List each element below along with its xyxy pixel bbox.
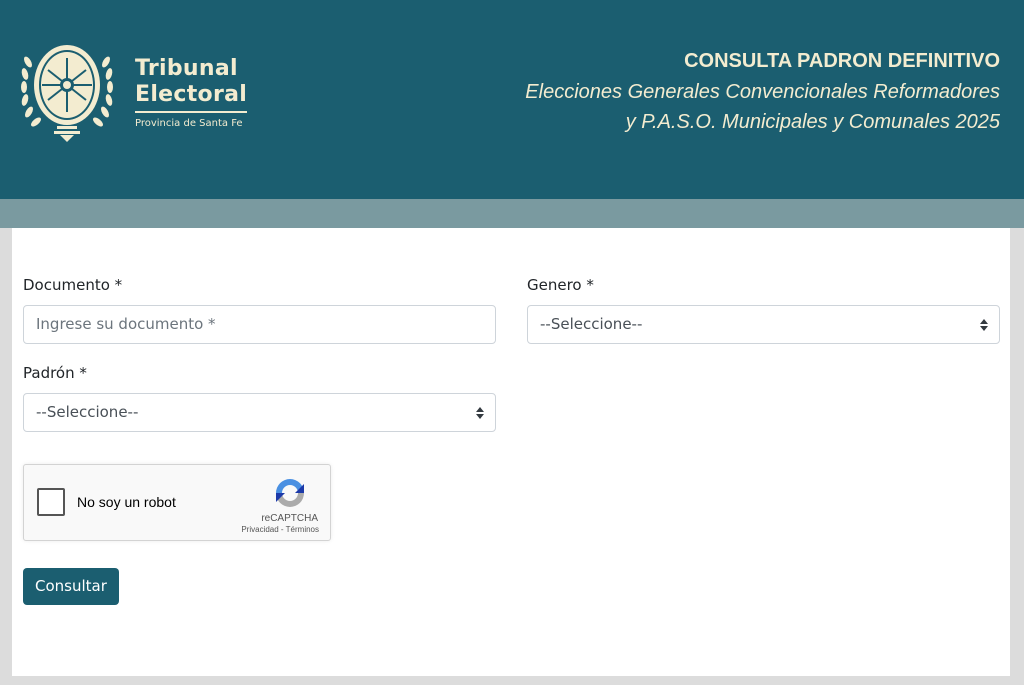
recaptcha-brand: reCAPTCHA — [261, 513, 318, 524]
site-header: Tribunal Electoral Provincia de Santa Fe… — [0, 0, 1024, 199]
header-subbar — [0, 199, 1024, 228]
padron-label: Padrón * — [23, 364, 87, 382]
recaptcha-logo-icon — [276, 479, 304, 507]
brand-logo: Tribunal Electoral Provincia de Santa Fe — [135, 56, 255, 130]
documento-input[interactable]: Ingrese su documento * — [23, 305, 496, 344]
page-subtitle-line1: Elecciones Generales Convencionales Refo… — [525, 81, 1000, 103]
page-heading: CONSULTA PADRON DEFINITIVO Elecciones Ge… — [525, 49, 1000, 137]
page-subtitle-line2: y P.A.S.O. Municipales y Comunales 2025 — [625, 111, 1000, 133]
santa-fe-coat-of-arms-icon — [21, 45, 113, 142]
recaptcha-checkbox[interactable] — [37, 488, 65, 516]
select-arrows-icon — [980, 319, 988, 331]
genero-selected-value: --Seleccione-- — [540, 315, 643, 333]
padron-selected-value: --Seleccione-- — [36, 403, 139, 421]
recaptcha-widget: No soy un robot reCAPTCHA Privacidad - T… — [23, 464, 331, 541]
recaptcha-privacy-terms-link[interactable]: Privacidad - Términos — [241, 525, 319, 534]
documento-placeholder: Ingrese su documento * — [36, 315, 216, 333]
brand-subtitle: Provincia de Santa Fe — [135, 118, 243, 129]
genero-select[interactable]: --Seleccione-- — [527, 305, 1000, 344]
recaptcha-label: No soy un robot — [77, 494, 176, 510]
brand-title-line2: Electoral — [135, 82, 248, 107]
padron-select[interactable]: --Seleccione-- — [23, 393, 496, 432]
select-arrows-icon — [476, 407, 484, 419]
brand-divider — [135, 111, 247, 113]
consulta-form: Documento * Ingrese su documento * Gener… — [12, 228, 1010, 676]
genero-label: Genero * — [527, 276, 594, 294]
page-title: CONSULTA PADRON DEFINITIVO — [684, 50, 1000, 72]
brand-title-line1: Tribunal — [135, 56, 238, 81]
consultar-button[interactable]: Consultar — [23, 568, 119, 605]
documento-label: Documento * — [23, 276, 123, 294]
